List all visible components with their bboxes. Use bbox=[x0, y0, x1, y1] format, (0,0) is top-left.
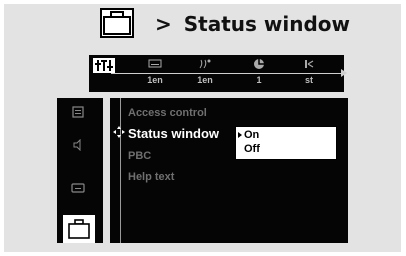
screen-frame: > Status window 1en 1en 1 st Access cont… bbox=[4, 4, 401, 252]
menu-item-status-window[interactable]: Status window bbox=[128, 126, 219, 141]
menu-item-access-control[interactable]: Access control bbox=[128, 107, 207, 119]
sidebar-item-preferences[interactable] bbox=[63, 215, 95, 243]
menu-item-pbc[interactable]: PBC bbox=[128, 150, 151, 162]
tab-audio-output-value: st bbox=[304, 75, 313, 85]
speaker-icon[interactable] bbox=[67, 136, 89, 154]
display-icon[interactable] bbox=[67, 180, 89, 198]
title-arrow: > bbox=[155, 12, 172, 36]
briefcase-icon bbox=[100, 8, 134, 38]
menu-panel: Access control Status window PBC Help te… bbox=[110, 98, 348, 243]
panel-divider bbox=[120, 98, 121, 243]
disc-menu-icon[interactable] bbox=[67, 103, 89, 121]
tab-audio-language-value: 1en bbox=[197, 75, 213, 85]
title-text: Status window bbox=[183, 12, 350, 36]
audio-output-icon bbox=[289, 58, 329, 70]
menu-item-help-text[interactable]: Help text bbox=[128, 171, 174, 183]
option-on[interactable]: On bbox=[244, 129, 259, 141]
option-off[interactable]: Off bbox=[244, 143, 260, 155]
tab-bar-arrow-icon bbox=[341, 69, 347, 77]
tab-bar-divider bbox=[111, 73, 344, 74]
navigation-cursor-icon bbox=[113, 126, 125, 138]
tab-subtitle-value: 1en bbox=[147, 75, 163, 85]
selection-arrow-icon bbox=[238, 132, 242, 138]
status-window-options: On Off bbox=[235, 126, 337, 160]
tab-angle-value: 1 bbox=[256, 75, 262, 85]
sidebar bbox=[57, 98, 103, 243]
subtitle-icon bbox=[135, 58, 175, 70]
briefcase-icon bbox=[68, 219, 90, 239]
top-tab-bar: 1en 1en 1 st bbox=[89, 55, 347, 92]
settings-icon[interactable] bbox=[93, 58, 115, 73]
page-title: > Status window bbox=[155, 10, 350, 38]
audio-language-icon bbox=[185, 58, 225, 70]
angle-icon bbox=[239, 58, 279, 70]
